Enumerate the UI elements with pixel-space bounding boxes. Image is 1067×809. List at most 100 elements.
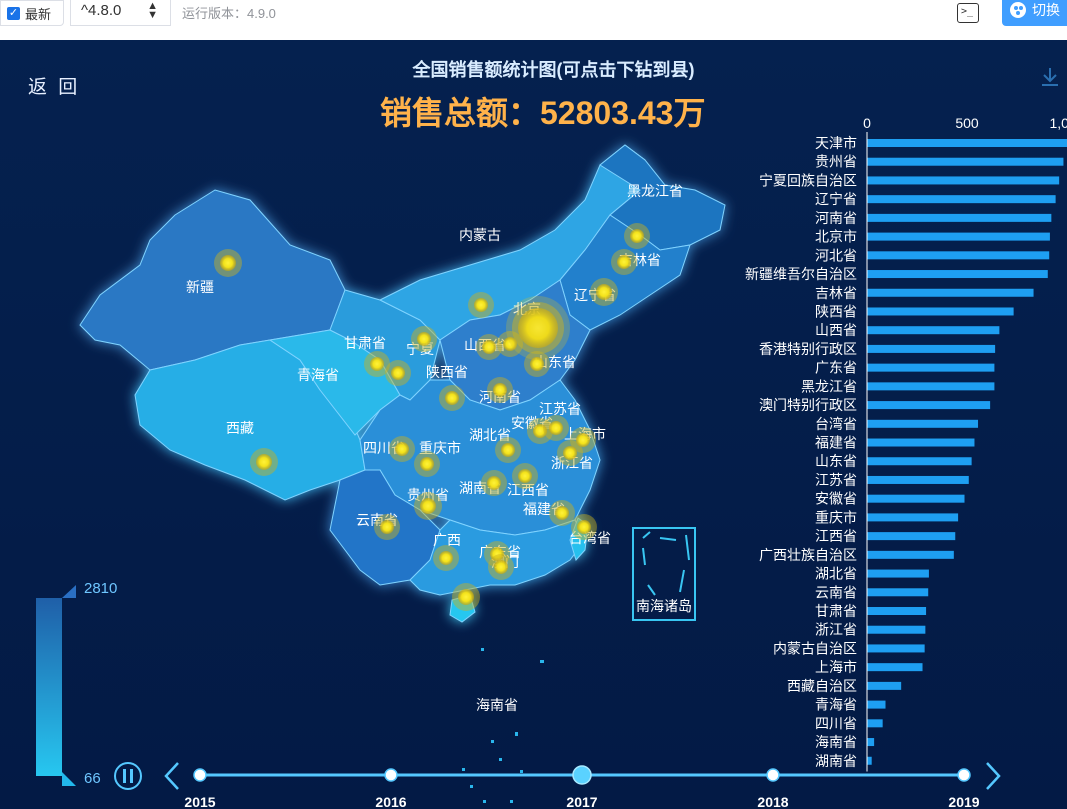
sales-point[interactable] <box>563 446 577 460</box>
terminal-icon: >_ <box>961 6 974 17</box>
sales-point[interactable] <box>630 229 644 243</box>
bar-category-label: 湖南省 <box>815 753 857 769</box>
timeline-node[interactable] <box>766 768 780 782</box>
x-tick-label: 1,000 <box>1049 115 1067 131</box>
timeline-year-label[interactable]: 2015 <box>184 794 215 809</box>
bar <box>867 738 875 747</box>
bar-category-label: 宁夏回族自治区 <box>759 172 857 188</box>
sales-point[interactable] <box>439 551 453 565</box>
timeline-year-label[interactable]: 2017 <box>566 794 597 809</box>
bar-category-label: 台湾省 <box>815 416 857 432</box>
sales-point[interactable] <box>577 520 591 534</box>
palette-icon <box>1010 2 1026 18</box>
bar-category-label: 江西省 <box>815 528 857 544</box>
sales-point[interactable] <box>417 332 431 346</box>
bar-category-label: 内蒙古自治区 <box>773 640 857 656</box>
bar <box>867 700 886 709</box>
bar <box>867 532 956 541</box>
check-icon: ✓ <box>7 6 20 20</box>
bar <box>867 756 872 765</box>
map-label: 内蒙古 <box>459 227 501 243</box>
sales-point[interactable] <box>555 506 569 520</box>
bar <box>867 475 969 484</box>
bar <box>867 382 995 391</box>
bar <box>867 419 979 428</box>
sales-point[interactable] <box>596 284 612 300</box>
visual-map[interactable] <box>36 585 76 786</box>
bar-category-label: 香港特别行政区 <box>759 341 857 357</box>
bar-category-label: 浙江省 <box>815 622 857 638</box>
timeline-node[interactable] <box>957 768 971 782</box>
run-version-text: 运行版本：4.9.0 <box>182 6 276 21</box>
visual-map-min: 66 <box>84 770 101 787</box>
switch-theme-button[interactable]: 切换 <box>1002 0 1067 26</box>
pause-button <box>114 762 142 790</box>
updown-arrow-icon: ▲ ▼ <box>147 0 158 21</box>
bar-category-label: 青海省 <box>815 697 857 713</box>
sales-point[interactable] <box>391 366 405 380</box>
bar-category-label: 辽宁省 <box>815 191 857 207</box>
bar <box>867 139 1067 147</box>
bar-category-label: 山西省 <box>815 322 857 338</box>
china-map[interactable]: 南海诸岛 黑龙江省吉林省辽宁省内蒙古新疆甘肃省宁夏山西省山东省青海省陕西省河南省… <box>0 40 1067 809</box>
terminal-button[interactable]: >_ <box>957 3 979 23</box>
bar-category-label: 海南省 <box>815 734 857 750</box>
sales-point[interactable] <box>501 443 515 457</box>
map-label-nanhai: 南海诸岛 <box>636 598 692 614</box>
latest-checkbox[interactable]: ✓ 最新 <box>0 0 64 26</box>
map-label: 海南省 <box>476 697 518 713</box>
islands <box>462 648 544 803</box>
sales-point[interactable] <box>256 454 272 470</box>
sales-point[interactable] <box>445 391 459 405</box>
timeline-year-label[interactable]: 2018 <box>757 794 788 809</box>
prev-arrow-icon <box>164 762 179 790</box>
sales-point[interactable] <box>494 560 508 574</box>
sales-point[interactable] <box>395 442 409 456</box>
timeline-node[interactable] <box>384 768 398 782</box>
bar-category-label: 湖北省 <box>815 566 857 582</box>
timeline-year-label[interactable]: 2019 <box>948 794 979 809</box>
timeline-node[interactable] <box>572 765 592 785</box>
sales-point[interactable] <box>549 421 563 435</box>
bar-category-label: 山东省 <box>815 453 857 469</box>
sales-point[interactable] <box>617 255 631 269</box>
sales-point[interactable] <box>518 469 532 483</box>
map-label: 青海省 <box>297 367 339 383</box>
bar-category-label: 河南省 <box>815 210 857 226</box>
bar <box>867 494 965 503</box>
sales-point[interactable] <box>482 340 496 354</box>
x-tick-label: 500 <box>955 115 979 131</box>
map-label: 西藏 <box>226 420 254 436</box>
sales-point[interactable] <box>487 476 501 490</box>
bar-category-label: 江苏省 <box>815 472 857 488</box>
next-arrow-icon <box>986 762 1001 790</box>
sales-point[interactable] <box>420 457 434 471</box>
switch-theme-label: 切换 <box>1032 2 1060 18</box>
bar-category-label: 贵州省 <box>815 154 857 170</box>
sales-point[interactable] <box>370 357 384 371</box>
latest-checkbox-label: 最新 <box>25 6 52 22</box>
bar <box>867 588 929 597</box>
version-select-value: ^4.8.0 <box>81 2 122 19</box>
bar-chart: 05001,0001,5002,0002,500天津市贵州省宁夏回族自治区辽宁省… <box>745 115 1067 772</box>
bar <box>867 607 927 615</box>
bar-category-label: 四川省 <box>815 715 857 731</box>
sales-point[interactable] <box>458 589 474 605</box>
top-toolbar: ✓ 最新 ^4.8.0 ▲ ▼ 运行版本：4.9.0 >_ 切换 <box>0 0 1067 40</box>
bar-category-label: 云南省 <box>815 584 857 600</box>
sales-point[interactable] <box>380 520 394 534</box>
bar <box>867 307 1014 316</box>
sales-point[interactable] <box>220 255 236 271</box>
timeline-year-label[interactable]: 2016 <box>375 794 406 809</box>
bar <box>867 719 883 728</box>
bar <box>867 251 1050 260</box>
sales-point[interactable] <box>420 498 436 514</box>
sales-point[interactable] <box>493 383 507 397</box>
timeline[interactable]: 2015 2016 2017 2018 2019 <box>114 762 1001 809</box>
bar <box>867 213 1052 222</box>
bar <box>867 644 925 653</box>
chart-panel: 返 回 全国销售额统计图(可点击下钻到县) 销售总额：52803.43万 南海诸… <box>0 40 1067 809</box>
version-select[interactable]: ^4.8.0 ▲ ▼ <box>70 0 171 26</box>
sales-point[interactable] <box>474 298 488 312</box>
timeline-node[interactable] <box>193 768 207 782</box>
